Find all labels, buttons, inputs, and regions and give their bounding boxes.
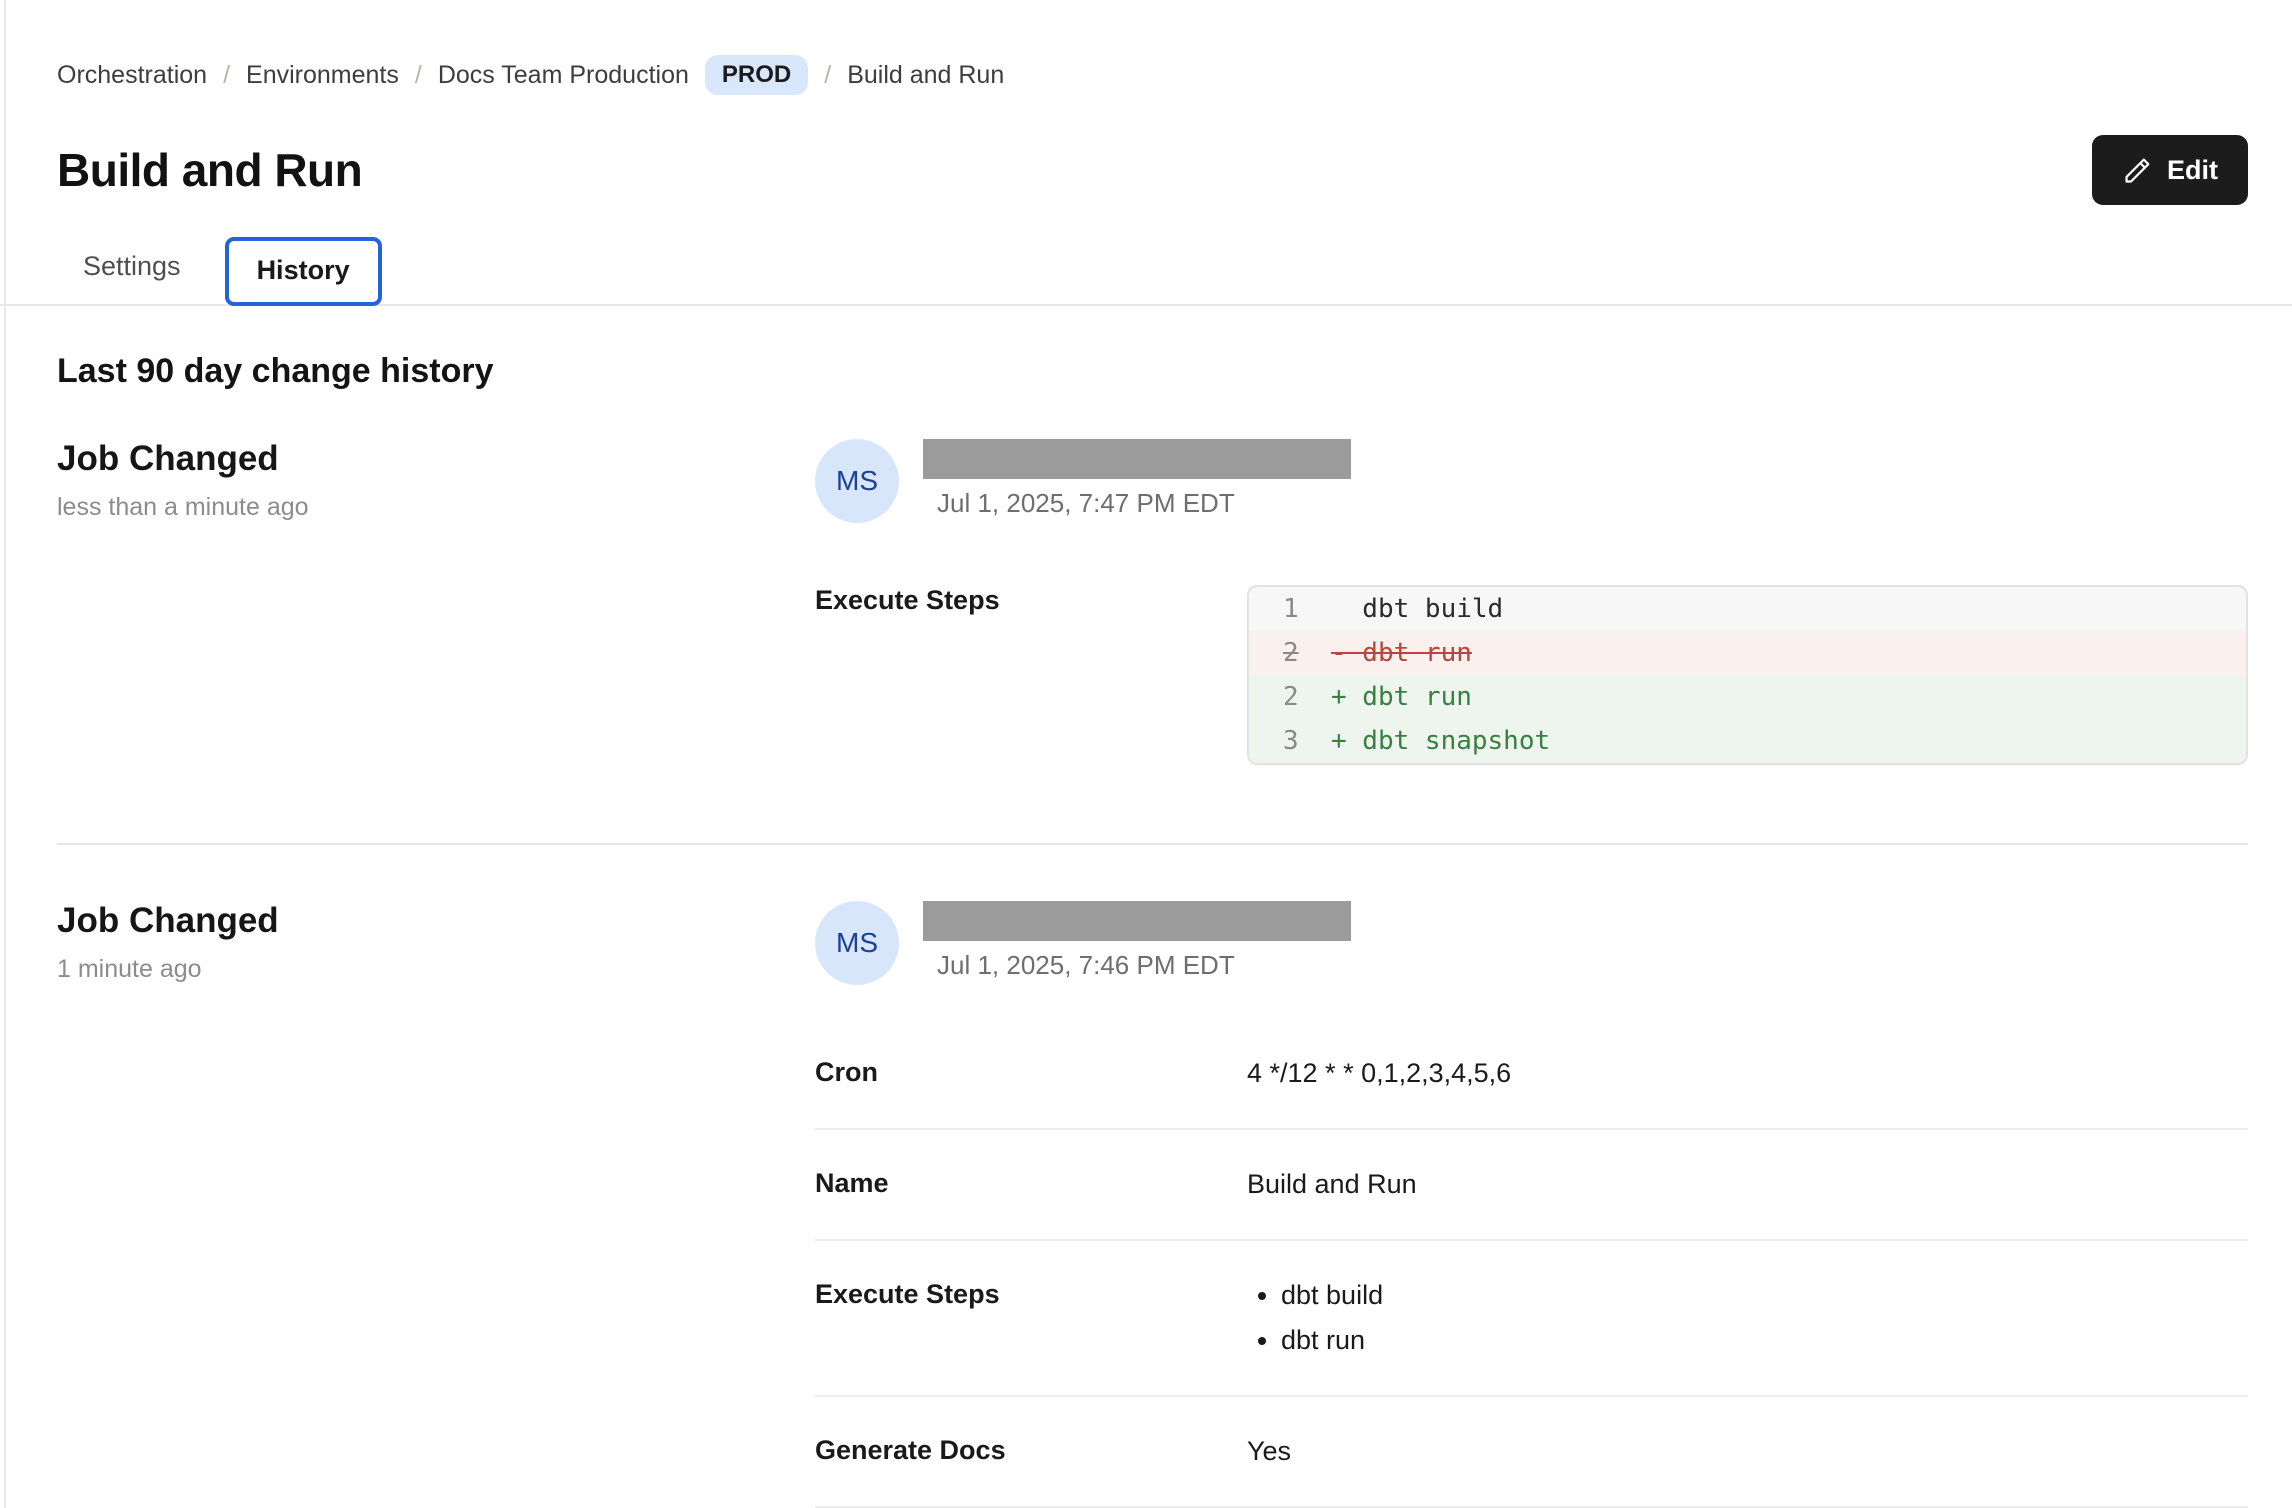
page-header: Build and Run Edit	[57, 135, 2248, 205]
detail-label: Generate Docs	[815, 1435, 1247, 1468]
detail-label: Cron	[815, 1057, 1247, 1090]
diff-line-number: 2	[1283, 682, 1331, 712]
diff-line-added: 3+ dbt snapshot	[1249, 719, 2246, 763]
entry-relative-time: 1 minute ago	[57, 955, 815, 984]
diff-line-code: + dbt snapshot	[1331, 726, 1550, 756]
detail-row-cron: Cron 4 */12 * * 0,1,2,3,4,5,6	[815, 1019, 2248, 1130]
env-prod-badge: PROD	[705, 55, 808, 95]
tab-settings[interactable]: Settings	[75, 233, 189, 304]
diff-line-number: 3	[1283, 726, 1331, 756]
entry-timestamp: Jul 1, 2025, 7:47 PM EDT	[923, 488, 1351, 519]
tab-bar: Settings History	[0, 233, 2292, 306]
diff-line-added: 2+ dbt run	[1249, 675, 2246, 719]
detail-row-generate-docs: Generate Docs Yes	[815, 1397, 2248, 1508]
change-details: Cron 4 */12 * * 0,1,2,3,4,5,6 Name Build…	[815, 1019, 2248, 1508]
history-entry-1: Job Changed less than a minute ago MS Ju…	[57, 439, 2248, 841]
page-title: Build and Run	[57, 143, 362, 197]
breadcrumb-current: Build and Run	[847, 61, 1004, 90]
content-left-border	[4, 0, 6, 1508]
detail-label: Execute Steps	[815, 1279, 1247, 1357]
redacted-user-name	[923, 439, 1351, 479]
user-row: MS Jul 1, 2025, 7:46 PM EDT	[815, 901, 2248, 985]
entry-relative-time: less than a minute ago	[57, 493, 815, 522]
field-label-execute-steps: Execute Steps	[815, 585, 1247, 765]
breadcrumb-separator: /	[223, 61, 230, 90]
user-avatar: MS	[815, 901, 899, 985]
detail-row-execute-steps: Execute Steps dbt build dbt run	[815, 1241, 2248, 1397]
breadcrumb-separator: /	[415, 61, 422, 90]
history-entry-2: Job Changed 1 minute ago MS Jul 1, 2025,…	[57, 845, 2248, 1508]
diff-line-code: dbt build	[1331, 594, 1503, 624]
entry-title: Job Changed	[57, 439, 815, 479]
diff-line-removed: 2- dbt run	[1249, 631, 2246, 675]
page: Orchestration / Environments / Docs Team…	[0, 0, 2292, 1508]
diff-line-code: - dbt run	[1331, 638, 1472, 668]
edit-button-label: Edit	[2167, 155, 2218, 186]
redacted-user-name	[923, 901, 1351, 941]
execute-steps-list: dbt build dbt run	[1247, 1279, 1383, 1357]
user-row: MS Jul 1, 2025, 7:47 PM EDT	[815, 439, 2248, 523]
user-avatar: MS	[815, 439, 899, 523]
entry-timestamp: Jul 1, 2025, 7:46 PM EDT	[923, 950, 1351, 981]
execute-step-item: dbt run	[1281, 1324, 1383, 1357]
detail-value: Build and Run	[1247, 1168, 1417, 1201]
detail-value: 4 */12 * * 0,1,2,3,4,5,6	[1247, 1057, 1511, 1090]
breadcrumb-environments[interactable]: Environments	[246, 61, 399, 90]
entry-title: Job Changed	[57, 901, 815, 941]
edit-button[interactable]: Edit	[2092, 135, 2248, 205]
breadcrumb: Orchestration / Environments / Docs Team…	[57, 55, 2248, 95]
diff-line-number: 1	[1283, 594, 1331, 624]
diff-line-context: 1dbt build	[1249, 587, 2246, 631]
history-heading: Last 90 day change history	[57, 352, 2248, 391]
diff-line-code: + dbt run	[1331, 682, 1472, 712]
detail-row-name: Name Build and Run	[815, 1130, 2248, 1241]
breadcrumb-separator: /	[824, 61, 831, 90]
breadcrumb-orchestration[interactable]: Orchestration	[57, 61, 207, 90]
breadcrumb-environment-name[interactable]: Docs Team Production	[438, 61, 689, 90]
execute-step-item: dbt build	[1281, 1279, 1383, 1312]
pencil-icon	[2122, 155, 2153, 186]
detail-value: dbt build dbt run	[1247, 1279, 1383, 1357]
diff-line-number: 2	[1283, 638, 1331, 668]
tab-history[interactable]: History	[225, 237, 382, 306]
detail-value: Yes	[1247, 1435, 1291, 1468]
detail-label: Name	[815, 1168, 1247, 1201]
execute-steps-diff: 1dbt build 2- dbt run 2+ dbt run 3+ dbt …	[1247, 585, 2248, 765]
